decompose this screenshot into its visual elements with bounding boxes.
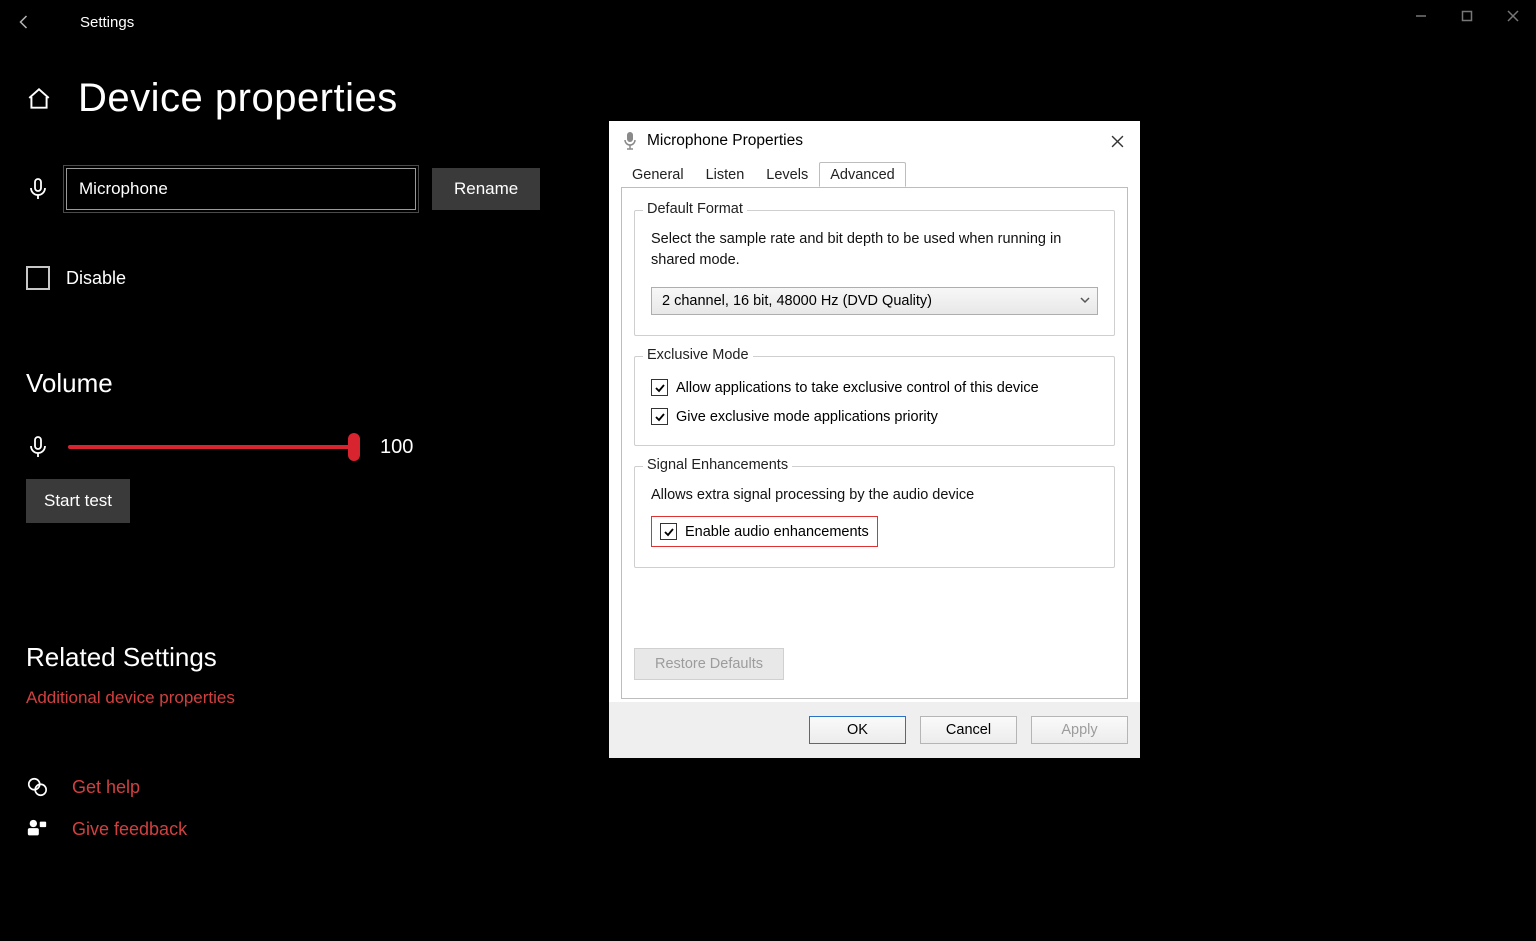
microphone-icon xyxy=(26,177,50,201)
restore-defaults-button[interactable]: Restore Defaults xyxy=(634,648,784,680)
settings-content: Rename Disable Volume 100 Start test xyxy=(26,168,586,523)
allow-exclusive-checkbox[interactable] xyxy=(651,379,668,396)
ok-button[interactable]: OK xyxy=(809,716,906,744)
group-signal-enhancements: Signal Enhancements Allows extra signal … xyxy=(634,466,1115,568)
tab-advanced[interactable]: Advanced xyxy=(819,162,906,187)
get-help-label: Get help xyxy=(72,777,140,798)
start-test-button[interactable]: Start test xyxy=(26,479,130,523)
volume-value: 100 xyxy=(380,436,413,459)
dialog-titlebar[interactable]: Microphone Properties xyxy=(609,121,1140,161)
volume-slider[interactable] xyxy=(68,445,354,449)
page-header: Device properties xyxy=(26,76,398,121)
tab-general[interactable]: General xyxy=(621,162,695,187)
microphone-icon xyxy=(623,131,637,151)
give-feedback-link[interactable]: Give feedback xyxy=(26,818,187,840)
enable-enhancements-label: Enable audio enhancements xyxy=(685,524,869,540)
close-button[interactable] xyxy=(1490,0,1536,32)
help-icon xyxy=(26,776,48,798)
window-titlebar: Settings xyxy=(0,0,1536,44)
allow-exclusive-label: Allow applications to take exclusive con… xyxy=(676,380,1039,396)
additional-properties-link[interactable]: Additional device properties xyxy=(26,688,235,708)
group-title: Signal Enhancements xyxy=(643,457,792,473)
group-exclusive-mode: Exclusive Mode Allow applications to tak… xyxy=(634,356,1115,446)
volume-heading: Volume xyxy=(26,368,586,399)
get-help-link[interactable]: Get help xyxy=(26,776,140,798)
window-title: Settings xyxy=(50,14,134,31)
device-name-input[interactable] xyxy=(66,168,416,210)
feedback-icon xyxy=(26,818,48,840)
page-title: Device properties xyxy=(78,76,398,121)
minimize-button[interactable] xyxy=(1398,0,1444,32)
group-default-format: Default Format Select the sample rate an… xyxy=(634,210,1115,336)
dialog-title: Microphone Properties xyxy=(647,132,803,150)
back-button[interactable] xyxy=(0,0,50,44)
signal-desc: Allows extra signal processing by the au… xyxy=(651,485,1098,506)
rename-button[interactable]: Rename xyxy=(432,168,540,210)
exclusive-priority-checkbox[interactable] xyxy=(651,408,668,425)
microphone-icon xyxy=(26,435,50,459)
apply-button[interactable]: Apply xyxy=(1031,716,1128,744)
dialog-close-button[interactable] xyxy=(1094,121,1140,161)
tab-levels[interactable]: Levels xyxy=(755,162,819,187)
tab-listen[interactable]: Listen xyxy=(695,162,756,187)
enable-enhancements-highlight: Enable audio enhancements xyxy=(651,516,878,547)
tab-panel-advanced: Default Format Select the sample rate an… xyxy=(621,187,1128,699)
give-feedback-label: Give feedback xyxy=(72,819,187,840)
slider-thumb[interactable] xyxy=(348,433,360,461)
disable-checkbox[interactable] xyxy=(26,266,50,290)
home-icon xyxy=(26,86,52,112)
combo-value: 2 channel, 16 bit, 48000 Hz (DVD Quality… xyxy=(662,293,932,309)
group-title: Exclusive Mode xyxy=(643,347,753,363)
disable-label: Disable xyxy=(66,268,126,289)
enable-enhancements-checkbox[interactable] xyxy=(660,523,677,540)
dialog-tabs: General Listen Levels Advanced xyxy=(609,161,1140,187)
group-title: Default Format xyxy=(643,201,747,217)
microphone-properties-dialog: Microphone Properties General Listen Lev… xyxy=(609,121,1140,758)
cancel-button[interactable]: Cancel xyxy=(920,716,1017,744)
default-format-desc: Select the sample rate and bit depth to … xyxy=(651,229,1098,271)
chevron-down-icon xyxy=(1079,294,1091,306)
related-heading: Related Settings xyxy=(26,642,217,673)
sample-rate-combo[interactable]: 2 channel, 16 bit, 48000 Hz (DVD Quality… xyxy=(651,287,1098,315)
dialog-footer: OK Cancel Apply xyxy=(609,702,1140,758)
exclusive-priority-label: Give exclusive mode applications priorit… xyxy=(676,409,938,425)
maximize-button[interactable] xyxy=(1444,0,1490,32)
